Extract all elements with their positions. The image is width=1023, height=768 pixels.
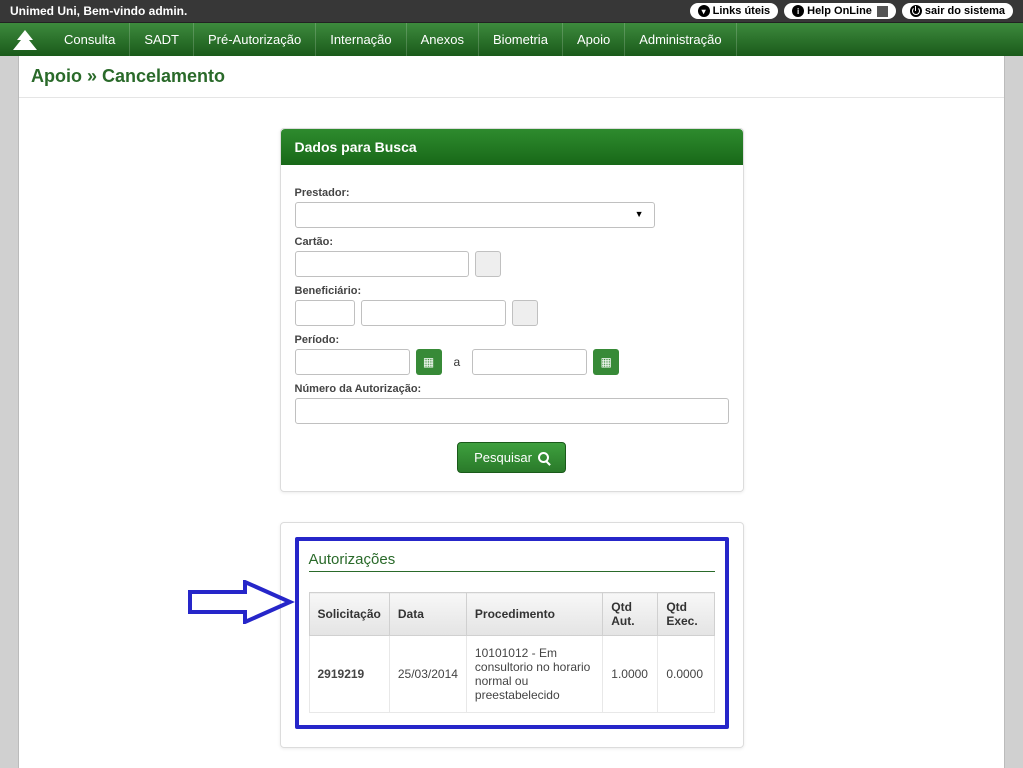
periodo-separator: a — [448, 355, 467, 369]
beneficiario-name-input[interactable] — [361, 300, 506, 326]
beneficiario-code-input[interactable] — [295, 300, 355, 326]
results-card: Autorizações Solicitação Data Procedimen… — [280, 522, 744, 748]
power-icon — [910, 5, 922, 17]
cartao-lookup-button[interactable] — [475, 251, 501, 277]
search-card: Dados para Busca Prestador: Cartão: Bene… — [280, 128, 744, 492]
calendar-icon: ▦ — [601, 355, 612, 369]
links-uteis-label: Links úteis — [713, 5, 770, 17]
nav-administracao[interactable]: Administração — [625, 23, 736, 56]
nav-anexos[interactable]: Anexos — [407, 23, 479, 56]
help-online-label: Help OnLine — [807, 5, 872, 17]
cartao-label: Cartão: — [295, 236, 729, 248]
nav-biometria[interactable]: Biometria — [479, 23, 563, 56]
nav-apoio[interactable]: Apoio — [563, 23, 625, 56]
main-nav: Consulta SADT Pré-Autorização Internação… — [0, 23, 1023, 56]
logout-button[interactable]: sair do sistema — [902, 3, 1013, 19]
breadcrumb: Apoio » Cancelamento — [19, 56, 1004, 98]
welcome-text: Unimed Uni, Bem-vindo admin. — [10, 4, 187, 18]
prestador-label: Prestador: — [295, 187, 729, 199]
links-uteis-button[interactable]: ▾ Links úteis — [690, 3, 778, 19]
nav-consulta[interactable]: Consulta — [50, 23, 130, 56]
top-bar: Unimed Uni, Bem-vindo admin. ▾ Links úte… — [0, 0, 1023, 23]
col-procedimento: Procedimento — [466, 593, 602, 636]
periodo-start-calendar-button[interactable]: ▦ — [416, 349, 442, 375]
col-qtd-aut: Qtd Aut. — [603, 593, 658, 636]
search-card-title: Dados para Busca — [281, 129, 743, 165]
cell-data: 25/03/2014 — [389, 636, 466, 713]
pesquisar-label: Pesquisar — [474, 450, 532, 465]
cell-qtd-exec: 0.0000 — [658, 636, 714, 713]
prestador-select[interactable] — [295, 202, 655, 228]
cartao-input[interactable] — [295, 251, 469, 277]
nav-internacao[interactable]: Internação — [316, 23, 406, 56]
cell-procedimento: 10101012 - Em consultorio no horario nor… — [466, 636, 602, 713]
help-online-button[interactable]: i Help OnLine — [784, 3, 896, 19]
help-indicator-icon — [877, 6, 888, 17]
logo[interactable] — [0, 23, 50, 56]
col-solicitacao: Solicitação — [309, 593, 389, 636]
periodo-end-input[interactable] — [472, 349, 587, 375]
cell-solicitacao: 2919219 — [309, 636, 389, 713]
beneficiario-label: Beneficiário: — [295, 285, 729, 297]
col-data: Data — [389, 593, 466, 636]
calendar-icon: ▦ — [423, 355, 434, 369]
info-icon: i — [792, 5, 804, 17]
results-title: Autorizações — [309, 551, 715, 568]
logout-label: sair do sistema — [925, 5, 1005, 17]
content: Apoio » Cancelamento Dados para Busca Pr… — [18, 56, 1005, 768]
arrow-down-icon: ▾ — [698, 5, 710, 17]
pesquisar-button[interactable]: Pesquisar — [457, 442, 566, 473]
nav-sadt[interactable]: SADT — [130, 23, 194, 56]
periodo-label: Período: — [295, 334, 729, 346]
num-autorizacao-label: Número da Autorização: — [295, 383, 729, 395]
table-row[interactable]: 2919219 25/03/2014 10101012 - Em consult… — [309, 636, 714, 713]
nav-pre-autorizacao[interactable]: Pré-Autorização — [194, 23, 316, 56]
highlight-annotation: Autorizações Solicitação Data Procedimen… — [295, 537, 729, 729]
num-autorizacao-input[interactable] — [295, 398, 729, 424]
top-bar-actions: ▾ Links úteis i Help OnLine sair do sist… — [690, 3, 1013, 19]
cell-qtd-aut: 1.0000 — [603, 636, 658, 713]
results-table: Solicitação Data Procedimento Qtd Aut. Q… — [309, 592, 715, 713]
beneficiario-lookup-button[interactable] — [512, 300, 538, 326]
search-icon — [538, 452, 549, 463]
search-card-body: Prestador: Cartão: Beneficiário: Período… — [281, 165, 743, 491]
results-underline — [309, 571, 715, 572]
periodo-end-calendar-button[interactable]: ▦ — [593, 349, 619, 375]
table-header-row: Solicitação Data Procedimento Qtd Aut. Q… — [309, 593, 714, 636]
tree-icon — [11, 30, 39, 50]
col-qtd-exec: Qtd Exec. — [658, 593, 714, 636]
periodo-start-input[interactable] — [295, 349, 410, 375]
